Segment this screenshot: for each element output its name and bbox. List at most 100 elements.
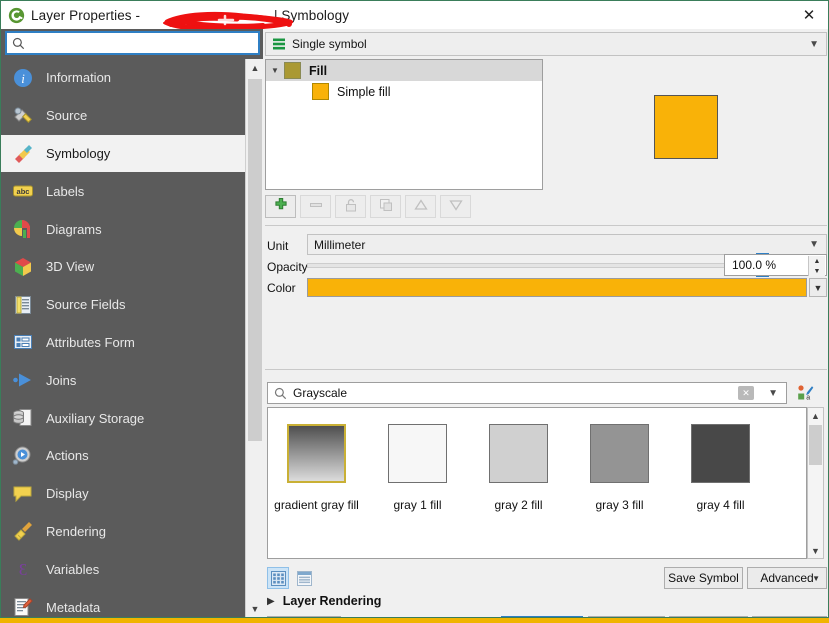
sidebar-scrollbar[interactable]: ▲ ▼ [245, 59, 263, 617]
sidebar-search-input[interactable] [31, 34, 231, 52]
sidebar-item-label: Joins [46, 372, 77, 388]
background-window-strip [0, 618, 829, 623]
symbol-gallery-search[interactable]: Grayscale ✕ ▼ [267, 382, 787, 404]
color-swatch-button[interactable] [307, 278, 807, 297]
symbol-gallery-item[interactable]: gray 4 fill [679, 424, 762, 512]
window-title-prefix: Layer Properties - [31, 7, 144, 23]
grid-view-icon[interactable] [267, 567, 289, 589]
sidebar-item-joins[interactable]: Joins [1, 361, 245, 399]
opacity-slider-track[interactable] [307, 263, 769, 268]
joins-icon [11, 368, 35, 392]
symbol-thumbnail [590, 424, 649, 483]
renderer-type-combobox[interactable]: Single symbol ▼ [265, 32, 827, 56]
cube-3d-icon [11, 255, 35, 279]
symbol-gallery[interactable]: gradient gray fill gray 1 fill gray 2 fill… [267, 407, 807, 559]
single-symbol-icon [273, 38, 285, 50]
lock-symbol-layer-button [335, 195, 366, 218]
auxiliary-storage-icon [11, 406, 35, 430]
chevron-down-icon: ▼ [809, 38, 819, 50]
close-button[interactable]: ✕ [790, 1, 828, 29]
sidebar-item-symbology[interactable]: Symbology [1, 134, 245, 173]
chevron-down-icon[interactable]: ▼ [768, 388, 778, 399]
add-symbol-layer-button[interactable] [265, 195, 296, 218]
symbol-tree-row[interactable]: ▼ Fill [266, 60, 542, 81]
opacity-spinbox[interactable]: 100.0 % ▲ ▼ [724, 254, 827, 276]
save-symbol-button[interactable]: Save Symbol [664, 567, 743, 589]
information-icon: i [11, 66, 35, 90]
move-down-button [440, 195, 471, 218]
style-manager-icon[interactable]: a [793, 381, 817, 405]
triangle-up-icon [413, 197, 429, 216]
opacity-decrement-button[interactable]: ▼ [809, 266, 825, 276]
sidebar-scroll-thumb[interactable] [248, 79, 262, 441]
symbol-layer-tree[interactable]: ▼ Fill Simple fill [265, 59, 543, 190]
lock-icon [343, 197, 359, 216]
symbol-gallery-item[interactable]: gray 1 fill [376, 424, 459, 512]
sidebar-item-information[interactable]: i Information [1, 59, 245, 97]
sidebar-item-diagrams[interactable]: Diagrams [1, 210, 245, 248]
sidebar-item-source-fields[interactable]: Source Fields [1, 286, 245, 324]
symbol-gallery-item-label: gray 2 fill [494, 498, 543, 512]
triangle-down-icon [448, 197, 464, 216]
symbol-tree-row[interactable]: Simple fill [266, 81, 542, 102]
metadata-icon [11, 595, 35, 617]
symbol-layer-toolbar [265, 195, 545, 219]
opacity-increment-button[interactable]: ▲ [809, 256, 825, 266]
symbol-gallery-scrollbar[interactable]: ▲ ▼ [807, 407, 824, 559]
sidebar-search[interactable] [5, 31, 260, 55]
sidebar-item-display[interactable]: Display [1, 475, 245, 513]
symbol-gallery-item-label: gray 4 fill [696, 498, 745, 512]
symbol-gallery-item[interactable]: gradient gray fill [274, 424, 359, 512]
sidebar-scroll-down-button[interactable]: ▼ [246, 600, 264, 617]
sidebar-scroll-up-button[interactable]: ▲ [246, 59, 264, 76]
opacity-value: 100.0 % [732, 258, 777, 272]
layer-rendering-section-toggle[interactable]: ▶ Layer Rendering [267, 594, 381, 608]
variables-epsilon-icon: Ɛ [11, 557, 35, 581]
unit-label: Unit [267, 239, 289, 253]
sidebar-item-attributes-form[interactable]: Attributes Form [1, 324, 245, 362]
divider [265, 369, 827, 370]
title-bar: Layer Properties - | Symbology ✕ [1, 1, 828, 31]
sidebar-item-label: Actions [46, 448, 89, 464]
sidebar-item-label: Rendering [46, 523, 106, 539]
symbol-swatch [284, 62, 301, 79]
search-icon [12, 37, 25, 49]
gallery-scroll-thumb[interactable] [809, 425, 822, 465]
chevron-down-icon[interactable]: ▼ [266, 66, 284, 75]
window-title-suffix: | Symbology [273, 7, 350, 23]
sidebar-item-source[interactable]: Source [1, 97, 245, 135]
list-view-icon[interactable] [293, 567, 315, 589]
sidebar-item-label: Auxiliary Storage [46, 410, 145, 426]
sidebar-item-rendering[interactable]: Rendering [1, 513, 245, 551]
symbol-thumbnail [691, 424, 750, 483]
duplicate-icon [378, 197, 394, 216]
sidebar-item-variables[interactable]: Ɛ Variables [1, 550, 245, 588]
gallery-scroll-up-button[interactable]: ▲ [808, 408, 823, 423]
color-dropdown-button[interactable]: ▼ [809, 278, 827, 297]
move-up-button [405, 195, 436, 218]
sidebar-item-3d-view[interactable]: 3D View [1, 248, 245, 286]
sidebar-item-actions[interactable]: Actions [1, 437, 245, 475]
labels-abc-icon: abc [11, 179, 35, 203]
unit-combobox[interactable]: Millimeter ▼ [307, 234, 827, 255]
symbol-preview [654, 95, 718, 159]
sidebar-item-metadata[interactable]: Metadata [1, 588, 245, 617]
symbol-gallery-item[interactable]: gray 3 fill [578, 424, 661, 512]
symbol-gallery-item[interactable]: gray 2 fill [477, 424, 560, 512]
sidebar-nav-list: i Information Source Symbology abc Labels Diag… [1, 59, 245, 617]
sidebar-item-label: Attributes Form [46, 334, 135, 350]
sidebar-item-labels[interactable]: abc Labels [1, 172, 245, 210]
advanced-button[interactable]: Advanced ▼ [747, 567, 827, 589]
sidebar-item-auxiliary-storage[interactable]: Auxiliary Storage [1, 399, 245, 437]
window-title: Layer Properties - | Symbology [31, 7, 350, 31]
chevron-down-icon: ▼ [812, 573, 820, 583]
clear-icon[interactable]: ✕ [738, 386, 754, 400]
source-icon [11, 104, 35, 128]
color-label: Color [267, 281, 296, 295]
gallery-scroll-down-button[interactable]: ▼ [808, 543, 823, 558]
opacity-spin-buttons: ▲ ▼ [808, 256, 825, 276]
actions-gear-icon [11, 444, 35, 468]
chevron-right-icon: ▶ [267, 595, 275, 607]
sidebar-item-label: Diagrams [46, 221, 102, 237]
svg-text:a: a [806, 395, 810, 402]
